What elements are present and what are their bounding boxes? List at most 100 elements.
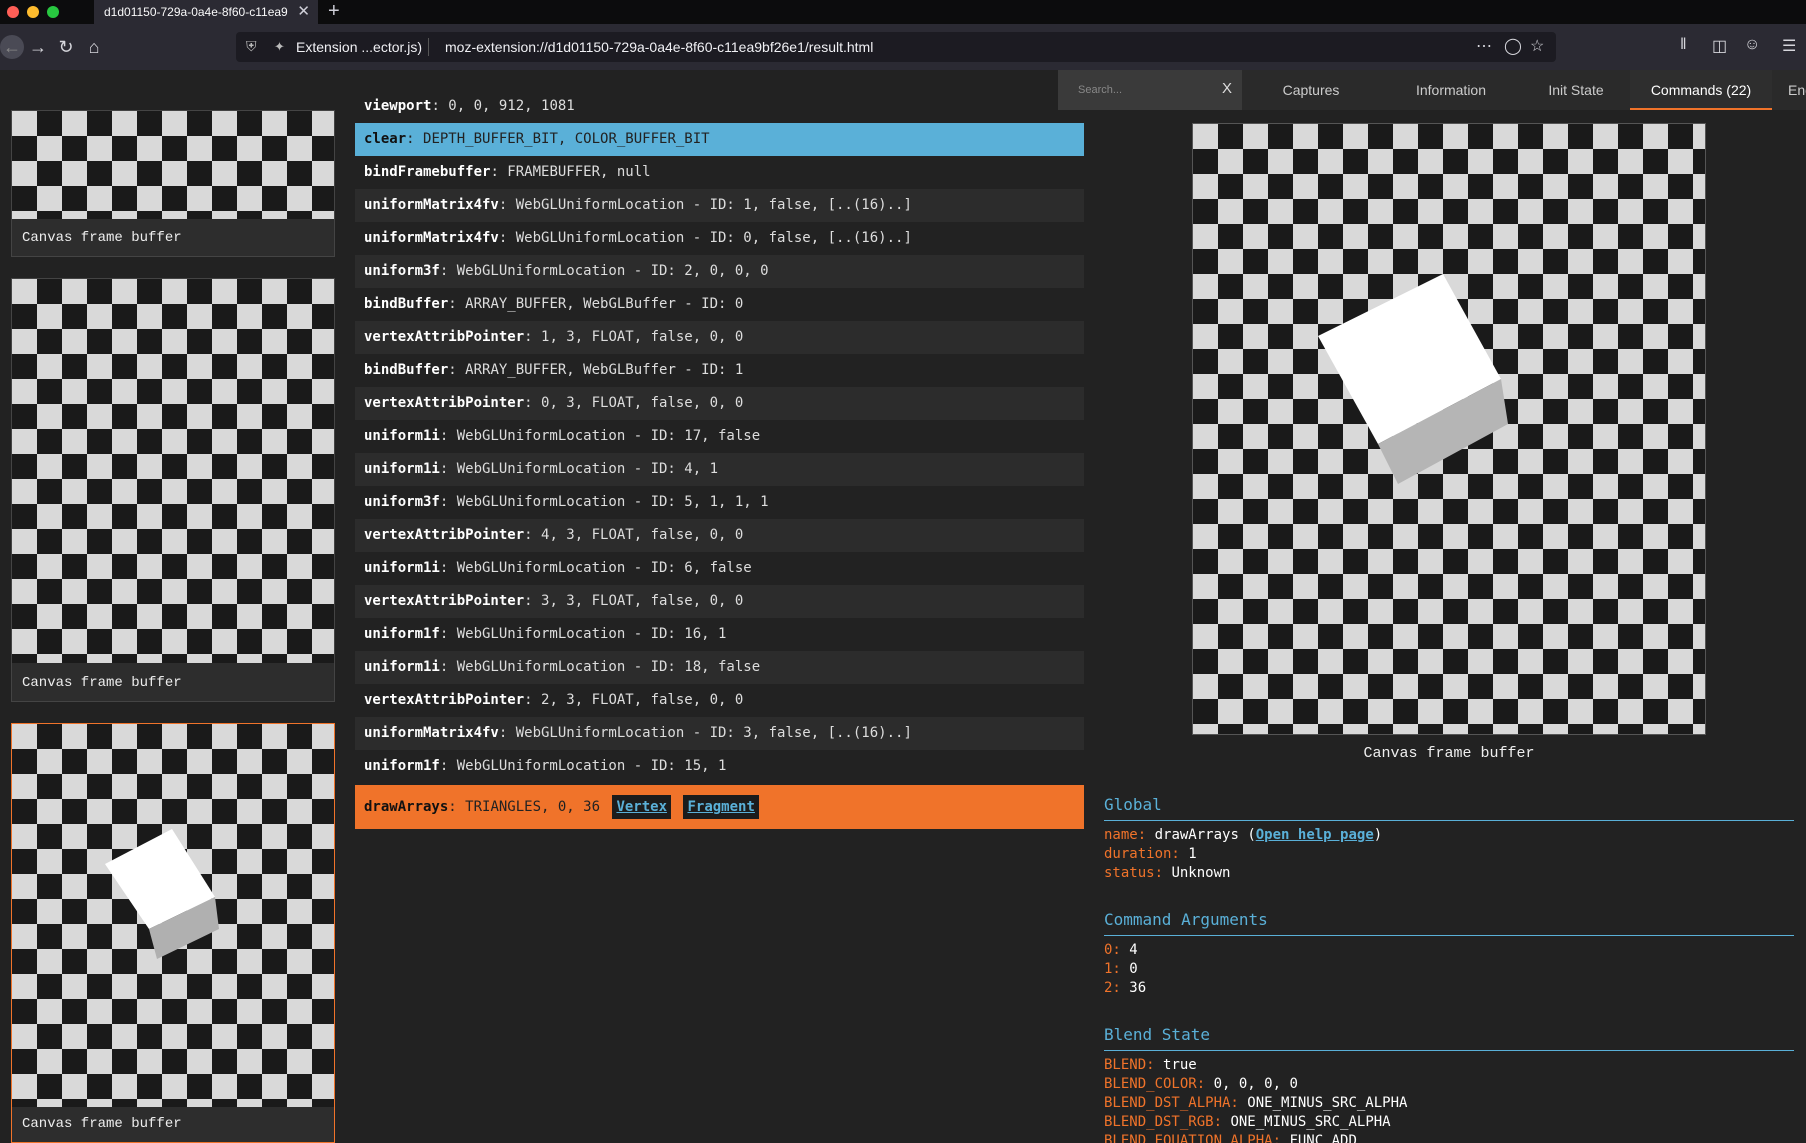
browser-tab-strip: d1d01150-729a-0a4e-8f60-c11ea9 ✕ + <box>0 0 1806 24</box>
tab-captures[interactable]: Captures <box>1242 70 1380 110</box>
command-row[interactable]: uniform1i: WebGLUniformLocation - ID: 6,… <box>355 552 1084 585</box>
command-row[interactable]: uniform1i: WebGLUniformLocation - ID: 4,… <box>355 453 1084 486</box>
command-row-highlighted[interactable]: clear: DEPTH_BUFFER_BIT, COLOR_BUFFER_BI… <box>355 123 1084 156</box>
command-name: bindBuffer <box>364 296 449 312</box>
shield-icon[interactable]: ⛨ <box>246 38 257 55</box>
visual-state-thumbnail[interactable]: Canvas frame buffer <box>11 110 335 257</box>
url-separator <box>428 38 429 56</box>
command-args: : ARRAY_BUFFER, WebGLBuffer - ID: 1 <box>448 362 744 378</box>
command-args: : WebGLUniformLocation - ID: 16, 1 <box>439 626 727 642</box>
command-name: vertexAttribPointer <box>364 329 525 345</box>
argument-row: 0: 4 <box>1104 941 1138 960</box>
tab-init-state[interactable]: Init State <box>1522 70 1630 110</box>
command-name: bindBuffer <box>364 362 449 378</box>
argument-value: 36 <box>1129 980 1147 996</box>
bookmark-star-icon[interactable]: ☆ <box>1530 36 1544 56</box>
search-clear-button[interactable]: X <box>1222 80 1232 97</box>
command-args: : ARRAY_BUFFER, WebGLBuffer - ID: 0 <box>448 296 744 312</box>
open-help-page-link[interactable]: Open help page <box>1256 827 1374 843</box>
command-name: uniform1f <box>364 626 440 642</box>
blend-state-row: BLEND_COLOR: 0, 0, 0, 0 <box>1104 1075 1298 1094</box>
command-row[interactable]: uniform3f: WebGLUniformLocation - ID: 2,… <box>355 255 1084 288</box>
vertex-shader-link[interactable]: Vertex <box>612 795 672 819</box>
account-icon[interactable]: ☺ <box>1744 36 1760 54</box>
puzzle-icon: ✦ <box>274 39 285 54</box>
duration-key: duration: <box>1104 846 1180 862</box>
spector-result-page: X Captures Information Init State Comman… <box>0 70 1806 1143</box>
command-name: uniform3f <box>364 263 440 279</box>
result-top-bar: X Captures Information Init State Comman… <box>1058 70 1806 110</box>
command-row[interactable]: uniformMatrix4fv: WebGLUniformLocation -… <box>355 717 1084 750</box>
global-name-row: name: drawArrays (Open help page) <box>1104 827 1383 843</box>
window-close-button[interactable] <box>7 6 19 18</box>
command-args: : 0, 0, 912, 1081 <box>431 98 575 114</box>
command-row[interactable]: bindFramebuffer: FRAMEBUFFER, null <box>355 156 1084 189</box>
command-args: : WebGLUniformLocation - ID: 17, false <box>439 428 761 444</box>
blend-state-row: BLEND_DST_ALPHA: ONE_MINUS_SRC_ALPHA <box>1104 1094 1407 1113</box>
reload-icon[interactable]: ↻ <box>54 35 78 59</box>
command-args: : WebGLUniformLocation - ID: 1, false, [… <box>498 197 912 213</box>
command-row[interactable]: uniformMatrix4fv: WebGLUniformLocation -… <box>355 222 1084 255</box>
command-row[interactable]: vertexAttribPointer: 1, 3, FLOAT, false,… <box>355 321 1084 354</box>
blend-key: BLEND_DST_RGB: <box>1104 1114 1223 1130</box>
tab-end-state[interactable]: End State <box>1772 70 1806 110</box>
command-row-selected[interactable]: drawArrays: TRIANGLES, 0, 36 Vertex Frag… <box>355 785 1084 829</box>
library-icon[interactable]: ‖ <box>1680 36 1687 54</box>
new-tab-button[interactable]: + <box>328 0 340 24</box>
command-name: uniform3f <box>364 494 440 510</box>
command-row[interactable]: vertexAttribPointer: 4, 3, FLOAT, false,… <box>355 519 1084 552</box>
cube-render-large <box>1318 274 1508 484</box>
thumbnail-label: Canvas frame buffer <box>22 230 182 246</box>
tab-close-icon[interactable]: ✕ <box>297 0 310 24</box>
menu-icon[interactable]: ☰ <box>1782 36 1796 56</box>
tab-commands[interactable]: Commands (22) <box>1630 70 1772 110</box>
visual-state-thumbnail-selected[interactable]: Canvas frame buffer <box>11 723 335 1143</box>
window-minimize-button[interactable] <box>27 6 39 18</box>
blend-value: FUNC_ADD <box>1289 1133 1357 1143</box>
extension-identity-label[interactable]: Extension ...ector.js) <box>296 39 422 55</box>
visual-state-thumbnail[interactable]: Canvas frame buffer <box>11 278 335 702</box>
status-key: status: <box>1104 865 1164 881</box>
url-bar[interactable]: ⛨ ✦ Extension ...ector.js) moz-extension… <box>236 32 1556 62</box>
pocket-icon[interactable]: ◯ <box>1504 36 1522 56</box>
command-row[interactable]: uniform1f: WebGLUniformLocation - ID: 16… <box>355 618 1084 651</box>
home-icon[interactable]: ⌂ <box>82 35 106 59</box>
command-name: viewport <box>364 98 432 114</box>
command-arguments-section-title: Command Arguments <box>1104 910 1794 936</box>
command-row[interactable]: vertexAttribPointer: 3, 3, FLOAT, false,… <box>355 585 1084 618</box>
browser-tab[interactable]: d1d01150-729a-0a4e-8f60-c11ea9 ✕ <box>94 0 318 24</box>
tab-information[interactable]: Information <box>1380 70 1522 110</box>
forward-arrow-icon[interactable]: → <box>26 35 50 59</box>
command-row[interactable]: uniformMatrix4fv: WebGLUniformLocation -… <box>355 189 1084 222</box>
command-name: uniformMatrix4fv <box>364 725 499 741</box>
sidebar-icon[interactable]: ◫ <box>1712 36 1727 56</box>
back-arrow-icon[interactable]: ← <box>0 35 24 59</box>
name-value: drawArrays <box>1154 827 1239 843</box>
blend-key: BLEND_DST_ALPHA: <box>1104 1095 1239 1111</box>
page-actions-icon[interactable]: ⋯ <box>1476 36 1492 56</box>
command-args: : 1, 3, FLOAT, false, 0, 0 <box>524 329 744 345</box>
command-row[interactable]: uniform1i: WebGLUniformLocation - ID: 18… <box>355 651 1084 684</box>
blend-state-row: BLEND: true <box>1104 1056 1197 1075</box>
command-row[interactable]: viewport: 0, 0, 912, 1081 <box>355 90 1084 123</box>
command-row[interactable]: uniform1i: WebGLUniformLocation - ID: 17… <box>355 420 1084 453</box>
command-row[interactable]: vertexAttribPointer: 2, 3, FLOAT, false,… <box>355 684 1084 717</box>
command-row[interactable]: vertexAttribPointer: 0, 3, FLOAT, false,… <box>355 387 1084 420</box>
blend-value: ONE_MINUS_SRC_ALPHA <box>1230 1114 1391 1130</box>
url-text[interactable]: moz-extension://d1d01150-729a-0a4e-8f60-… <box>445 39 873 55</box>
command-args: : WebGLUniformLocation - ID: 0, false, [… <box>498 230 912 246</box>
fragment-shader-link[interactable]: Fragment <box>683 795 759 819</box>
command-args: : DEPTH_BUFFER_BIT, COLOR_BUFFER_BIT <box>406 131 710 147</box>
blend-state-section-title: Blend State <box>1104 1025 1794 1051</box>
command-name: vertexAttribPointer <box>364 395 525 411</box>
global-section-title: Global <box>1104 795 1794 821</box>
command-row[interactable]: uniform1f: WebGLUniformLocation - ID: 15… <box>355 750 1084 783</box>
framebuffer-preview <box>1192 123 1706 735</box>
window-maximize-button[interactable] <box>47 6 59 18</box>
duration-value: 1 <box>1188 846 1197 862</box>
command-name: vertexAttribPointer <box>364 527 525 543</box>
command-row[interactable]: bindBuffer: ARRAY_BUFFER, WebGLBuffer - … <box>355 288 1084 321</box>
thumbnail-label: Canvas frame buffer <box>22 1116 182 1132</box>
command-row[interactable]: uniform3f: WebGLUniformLocation - ID: 5,… <box>355 486 1084 519</box>
command-row[interactable]: bindBuffer: ARRAY_BUFFER, WebGLBuffer - … <box>355 354 1084 387</box>
